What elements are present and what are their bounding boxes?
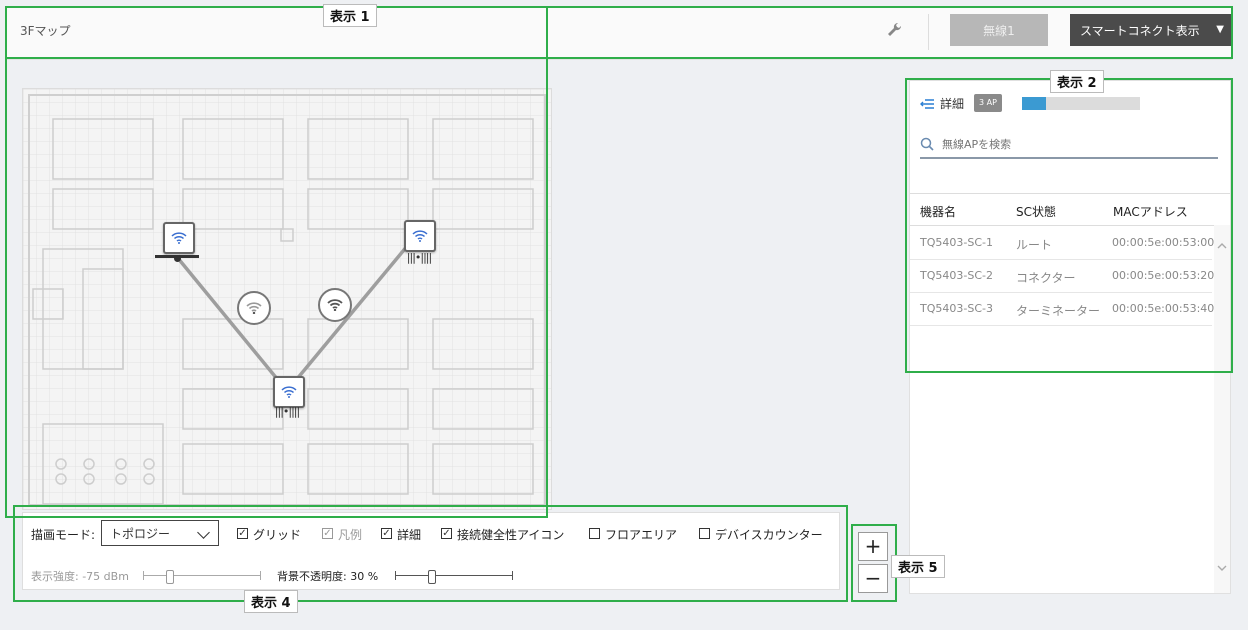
- callout-label-4: 表示 4: [244, 590, 298, 613]
- callout-box-4: [13, 505, 848, 602]
- callout-label-2: 表示 2: [1050, 70, 1104, 93]
- callout-box-1-connector: [546, 57, 1233, 60]
- callout-label-5: 表示 5: [891, 555, 945, 578]
- callout-label-1: 表示 1: [323, 4, 377, 27]
- chevron-down-icon[interactable]: [1217, 565, 1227, 571]
- callout-box-2: [905, 78, 1233, 373]
- callout-box-1-map: [5, 6, 548, 518]
